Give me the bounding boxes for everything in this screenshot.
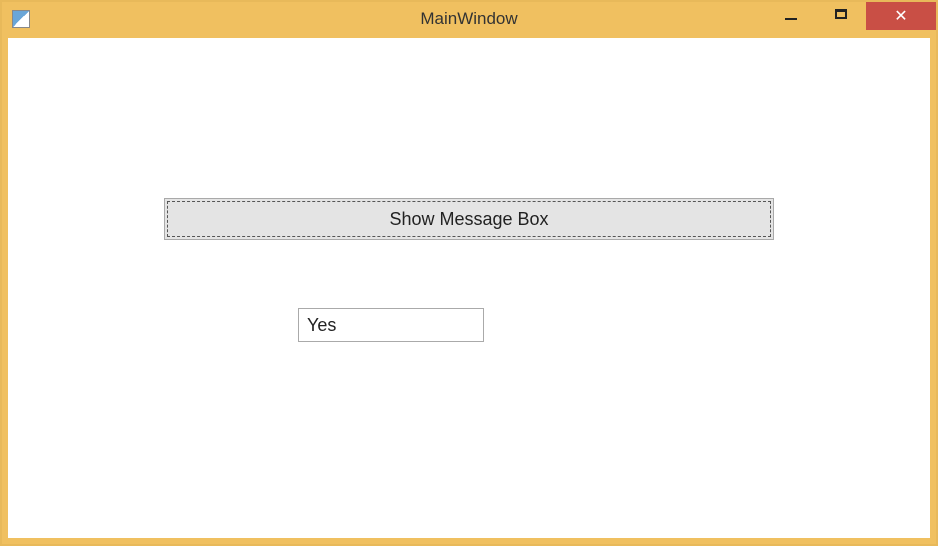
close-icon: ✕ bbox=[894, 6, 907, 26]
close-button[interactable]: ✕ bbox=[866, 2, 936, 30]
content-panel: Show Message Box Yes bbox=[8, 38, 930, 538]
window-controls: ✕ bbox=[766, 2, 936, 30]
main-window: MainWindow ✕ Show Message Box Yes bbox=[0, 0, 938, 546]
result-textbox[interactable]: Yes bbox=[298, 308, 484, 342]
app-icon bbox=[12, 10, 30, 28]
titlebar[interactable]: MainWindow ✕ bbox=[2, 2, 936, 36]
button-label: Show Message Box bbox=[389, 209, 548, 230]
minimize-icon bbox=[785, 18, 797, 20]
result-value: Yes bbox=[307, 315, 336, 336]
minimize-button[interactable] bbox=[766, 2, 816, 30]
maximize-icon bbox=[835, 9, 847, 19]
maximize-button[interactable] bbox=[816, 2, 866, 30]
show-message-box-button[interactable]: Show Message Box bbox=[164, 198, 774, 240]
client-area: Show Message Box Yes bbox=[2, 36, 936, 544]
